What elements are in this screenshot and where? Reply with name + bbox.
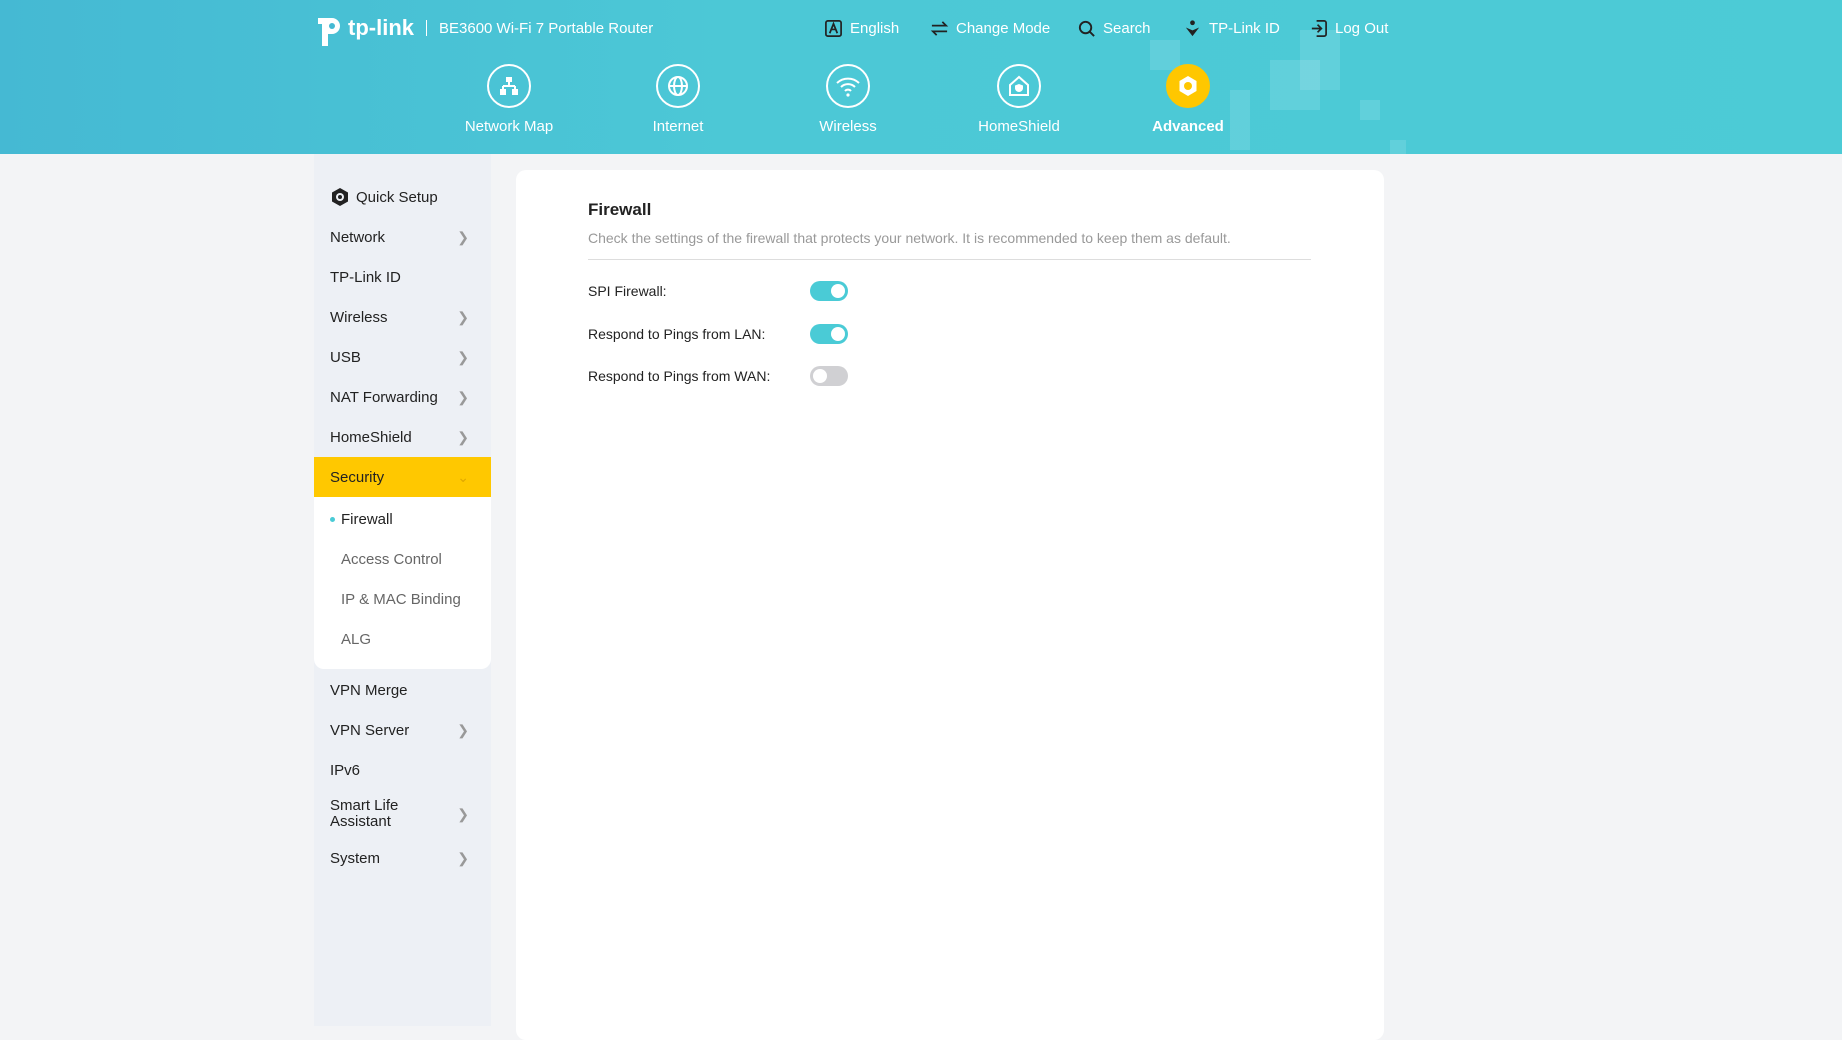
chevron-right-icon: ❯ [457, 388, 469, 405]
search-label: Search [1103, 20, 1151, 37]
chevron-right-icon: ❯ [457, 228, 469, 245]
submenu-item-access-control[interactable]: Access Control [314, 539, 491, 579]
sidebar-item-homeshield[interactable]: HomeShield ❯ [314, 417, 491, 457]
homeshield-icon [1009, 75, 1029, 96]
nav-label: Network Map [464, 118, 554, 135]
sidebar-item-label: Quick Setup [356, 188, 438, 206]
change-mode-button[interactable]: Change Mode [930, 19, 1050, 38]
logout-label: Log Out [1335, 20, 1389, 37]
sidebar-item-label: Security [330, 468, 385, 486]
page-title: Firewall [588, 200, 652, 219]
search-button[interactable]: Search [1077, 19, 1151, 38]
submenu-item-ip-mac-binding[interactable]: IP & MAC Binding [314, 579, 491, 619]
logout-button[interactable]: Log Out [1309, 19, 1388, 38]
ping-wan-toggle[interactable] [810, 366, 848, 386]
chevron-down-icon: ⌄ [457, 468, 469, 485]
setting-label: SPI Firewall: [588, 283, 667, 299]
nav-label: Advanced [1152, 118, 1224, 135]
sidebar-item-label: VPN Merge [330, 681, 408, 699]
sidebar-item-label: Smart Life Assistant [330, 797, 399, 830]
setting-ping-wan: Respond to Pings from WAN: [588, 364, 848, 388]
sidebar-item-nat-forwarding[interactable]: NAT Forwarding ❯ [314, 377, 491, 417]
sidebar-item-security[interactable]: Security ⌄ [314, 457, 491, 497]
sidebar-item-smart-life-assistant[interactable]: Smart Life Assistant ❯ [314, 790, 491, 838]
sidebar-item-wireless[interactable]: Wireless ❯ [314, 297, 491, 337]
sidebar-item-quick-setup[interactable]: Quick Setup [314, 177, 491, 217]
swap-icon [930, 21, 949, 36]
nav-label: Wireless [819, 118, 877, 135]
sidebar-item-label: Wireless [330, 308, 388, 326]
globe-icon [668, 76, 688, 96]
language-label: English [850, 20, 900, 37]
setting-ping-lan: Respond to Pings from LAN: [588, 322, 848, 346]
chevron-right-icon: ❯ [457, 348, 469, 365]
ping-lan-toggle[interactable] [810, 324, 848, 344]
page-description: Check the settings of the firewall that … [588, 230, 1311, 260]
setting-label: Respond to Pings from WAN: [588, 368, 771, 384]
nav-internet[interactable]: Internet [618, 64, 738, 135]
sidebar-item-label: HomeShield [330, 428, 412, 446]
chevron-right-icon: ❯ [457, 849, 469, 866]
chevron-right-icon: ❯ [457, 308, 469, 325]
sidebar-item-vpn-server[interactable]: VPN Server ❯ [314, 710, 491, 750]
sidebar: Quick Setup Network ❯ TP-Link ID Wireless… [314, 154, 491, 1026]
change-mode-label: Change Mode [956, 20, 1051, 37]
language-icon [825, 20, 842, 37]
sidebar-item-network[interactable]: Network ❯ [314, 217, 491, 257]
wifi-icon [836, 77, 860, 97]
nav-wireless[interactable]: Wireless [788, 64, 908, 135]
nav-homeshield[interactable]: HomeShield [959, 64, 1079, 135]
nav-label: Internet [652, 118, 704, 135]
sidebar-item-system[interactable]: System ❯ [314, 838, 491, 878]
sidebar-item-label: USB [330, 348, 361, 366]
header: tp-link BE3600 Wi-Fi 7 Portable Router E… [0, 0, 1842, 154]
sidebar-item-tplink-id[interactable]: TP-Link ID [314, 257, 491, 297]
sidebar-item-label: TP-Link ID [330, 268, 401, 286]
chevron-right-icon: ❯ [457, 428, 469, 445]
spi-firewall-toggle[interactable] [810, 281, 848, 301]
submenu-item-firewall[interactable]: Firewall [314, 499, 491, 539]
nav-network-map[interactable]: Network Map [449, 64, 569, 135]
logout-icon [1311, 20, 1327, 37]
tplink-id-icon [1185, 20, 1200, 37]
search-icon [1078, 20, 1095, 37]
network-map-icon [500, 77, 518, 95]
nav-label: HomeShield [978, 118, 1060, 135]
quick-setup-icon [332, 188, 348, 206]
sidebar-item-label: System [330, 849, 381, 867]
chevron-right-icon: ❯ [457, 806, 469, 822]
setting-label: Respond to Pings from LAN: [588, 326, 766, 342]
sidebar-item-label: IPv6 [330, 761, 361, 779]
firewall-panel: Firewall Check the settings of the firew… [516, 170, 1384, 1040]
security-submenu: Firewall Access Control IP & MAC Binding… [314, 497, 491, 669]
setting-spi-firewall: SPI Firewall: [588, 279, 848, 303]
language-button[interactable]: English [824, 19, 899, 38]
sidebar-item-label: VPN Server [330, 721, 410, 739]
sidebar-item-label: NAT Forwarding [330, 388, 438, 406]
sidebar-item-ipv6[interactable]: IPv6 [314, 750, 491, 790]
submenu-item-alg[interactable]: ALG [314, 619, 491, 659]
nav-advanced[interactable]: Advanced [1128, 64, 1248, 135]
tplink-id-button[interactable]: TP-Link ID [1183, 19, 1280, 38]
chevron-right-icon: ❯ [457, 721, 469, 738]
tplink-id-label: TP-Link ID [1209, 20, 1280, 37]
sidebar-item-vpn-merge[interactable]: VPN Merge [314, 670, 491, 710]
sidebar-item-usb[interactable]: USB ❯ [314, 337, 491, 377]
gear-icon [1179, 76, 1197, 96]
sidebar-item-label: Network [330, 228, 386, 246]
